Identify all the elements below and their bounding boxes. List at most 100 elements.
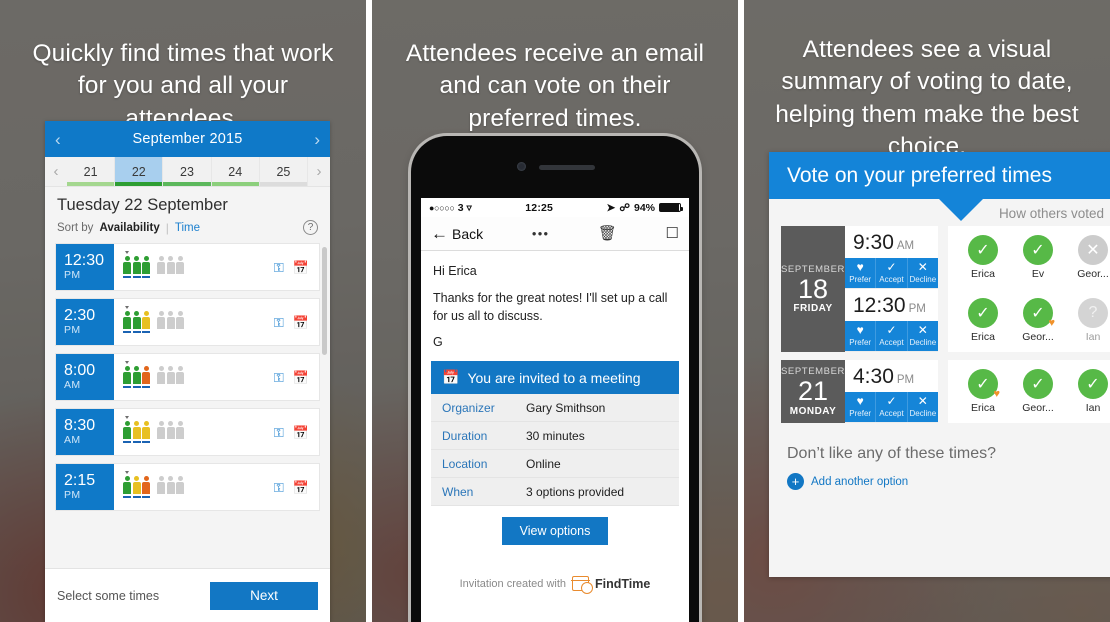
add-another-option-button[interactable]: + Add another option bbox=[787, 473, 1110, 490]
accept-button[interactable]: ✓ Accept bbox=[876, 392, 908, 422]
calendar-icon: 📅 bbox=[442, 369, 460, 385]
lock-icon[interactable]: ⚿ bbox=[274, 426, 284, 439]
calendar-icon[interactable]: 📅 bbox=[293, 316, 309, 329]
vote-row-list: SEPTEMBER 18 FRIDAY 9:30 AM ♥ Prefer ✓ Accept ✕ De… bbox=[769, 226, 1110, 423]
lock-icon[interactable]: ⚿ bbox=[274, 371, 284, 384]
day-cell[interactable]: 22 bbox=[115, 157, 164, 186]
vote-row: SEPTEMBER 18 FRIDAY 9:30 AM ♥ Prefer ✓ Accept ✕ De… bbox=[781, 226, 1110, 352]
attendee-availability-icon bbox=[176, 366, 184, 388]
archive-icon[interactable]: ☐ bbox=[666, 226, 679, 241]
voter-name: Erica bbox=[971, 331, 995, 343]
slot-time-block: 2:30 PM bbox=[56, 299, 114, 345]
prev-month-icon[interactable]: ‹ bbox=[55, 131, 61, 148]
day-number: 24 bbox=[228, 164, 243, 179]
attendee-availability-icon bbox=[142, 476, 150, 498]
day-cell[interactable]: 23 bbox=[163, 157, 212, 186]
prev-days-icon[interactable]: ‹ bbox=[45, 157, 67, 186]
attendee-availability-icon bbox=[176, 311, 184, 333]
voter: ✕ Geor... bbox=[1072, 235, 1110, 280]
next-days-icon[interactable]: › bbox=[308, 157, 330, 186]
voter: ✓ ♥ Erica bbox=[962, 369, 1004, 414]
slot-actions: ⚿ 📅 bbox=[274, 299, 319, 345]
email-body: Hi Erica Thanks for the great notes! I'l… bbox=[421, 251, 689, 352]
vote-option-time-row: 12:30 PM bbox=[845, 289, 938, 321]
invite-detail-row: Location Online bbox=[431, 450, 679, 478]
calendar-icon[interactable]: 📅 bbox=[293, 481, 309, 494]
sort-by-label: Sort by bbox=[57, 221, 94, 234]
accept-button[interactable]: ✓ Accept bbox=[876, 321, 908, 351]
scrollbar[interactable] bbox=[322, 247, 327, 355]
invite-header: 📅 You are invited to a meeting bbox=[431, 361, 679, 394]
x-icon: ✕ bbox=[917, 323, 928, 337]
calendar-icon[interactable]: 📅 bbox=[293, 426, 309, 439]
trash-icon[interactable]: 🗑 bbox=[598, 226, 617, 241]
sort-time-option[interactable]: Time bbox=[175, 222, 200, 234]
slot-time: 8:00 bbox=[64, 361, 96, 379]
attendee-availability-icon bbox=[123, 471, 131, 498]
time-slot-row[interactable]: 12:30 PM ⚿ 📅 bbox=[55, 243, 320, 291]
vote-options: 9:30 AM ♥ Prefer ✓ Accept ✕ Decline 12:30 PM ♥ Pref… bbox=[845, 226, 938, 352]
prefer-button[interactable]: ♥ Prefer bbox=[845, 321, 877, 351]
scheduler-app: ‹ September 2015 › ‹ 21 22 23 24 25 › Tuesda… bbox=[45, 121, 330, 622]
calendar-icon[interactable]: 📅 bbox=[293, 371, 309, 384]
day-number: 23 bbox=[180, 164, 194, 179]
voter-strip: ✓ Erica ✓ Ev ✕ Geor... bbox=[948, 226, 1110, 289]
slot-time: 2:30 bbox=[64, 306, 96, 324]
prefer-button[interactable]: ♥ Prefer bbox=[845, 258, 877, 288]
invite-cta-row: View options bbox=[431, 506, 679, 558]
day-cell[interactable]: 21 bbox=[67, 157, 116, 186]
day-number: 21 bbox=[83, 164, 98, 179]
view-options-button[interactable]: View options bbox=[501, 517, 609, 545]
accept-button[interactable]: ✓ Accept bbox=[876, 258, 908, 288]
time-slot-row[interactable]: 8:00 AM ⚿ 📅 bbox=[55, 353, 320, 401]
day-cell[interactable]: 25 bbox=[259, 157, 309, 186]
time-slot-row[interactable]: 2:15 PM ⚿ 📅 bbox=[55, 463, 320, 511]
prefer-button-label: Prefer bbox=[849, 409, 872, 418]
iphone-mockup: ●○○○○ 3 ▿ 12:25 ➤ ☍ 94% ← Back ●●● 🗑 ☐ H… bbox=[411, 136, 699, 622]
calendar-icon[interactable]: 📅 bbox=[293, 261, 309, 274]
check-icon: ✓ bbox=[886, 394, 897, 408]
time-slot-row[interactable]: 2:30 PM ⚿ 📅 bbox=[55, 298, 320, 346]
slot-time: 8:30 bbox=[64, 416, 96, 434]
invite-detail-key: When bbox=[442, 484, 474, 499]
prefer-button[interactable]: ♥ Prefer bbox=[845, 392, 877, 422]
attendee-availability-icon bbox=[142, 311, 150, 333]
vote-unknown-icon: ? bbox=[1078, 298, 1108, 328]
sort-availability-option[interactable]: Availability bbox=[99, 222, 159, 234]
day-cell[interactable]: 24 bbox=[211, 157, 260, 186]
lock-icon[interactable]: ⚿ bbox=[274, 316, 284, 329]
vote-option: 4:30 PM ♥ Prefer ✓ Accept ✕ Decline bbox=[845, 360, 938, 423]
question-mark-icon[interactable]: ? bbox=[303, 220, 318, 235]
preferred-heart-icon: ♥ bbox=[993, 388, 1000, 400]
slot-actions: ⚿ 📅 bbox=[274, 464, 319, 510]
back-button[interactable]: ← Back bbox=[431, 225, 483, 242]
vote-accept-icon: ✓ bbox=[1023, 369, 1053, 399]
voter-name: Erica bbox=[971, 268, 995, 280]
time-slot-row[interactable]: 8:30 AM ⚿ 📅 bbox=[55, 408, 320, 456]
slot-actions: ⚿ 📅 bbox=[274, 409, 319, 455]
decline-button[interactable]: ✕ Decline bbox=[907, 258, 938, 288]
vote-option-time: 12:30 bbox=[853, 294, 906, 317]
unknown-attendees bbox=[157, 366, 184, 388]
front-camera-icon bbox=[517, 162, 526, 171]
day-availability-bar bbox=[211, 182, 259, 186]
day-number: 22 bbox=[131, 164, 146, 179]
next-button[interactable]: Next bbox=[210, 581, 318, 610]
vote-results: ✓ ♥ Erica ✓ Geor... ✓ Ian bbox=[948, 360, 1110, 423]
attendee-availability-icon bbox=[157, 366, 165, 388]
status-time: 12:25 bbox=[525, 201, 554, 214]
invite-detail-key: Organizer bbox=[442, 400, 495, 415]
available-attendees bbox=[123, 416, 150, 443]
decline-button[interactable]: ✕ Decline bbox=[907, 321, 938, 351]
panel-3-headline: Attendees see a visual summary of voting… bbox=[775, 36, 1079, 160]
ellipsis-icon[interactable]: ●●● bbox=[532, 229, 550, 238]
next-month-icon[interactable]: › bbox=[314, 131, 320, 148]
lock-icon[interactable]: ⚿ bbox=[274, 481, 284, 494]
time-slot-list: 12:30 PM ⚿ 📅 2:30 PM ⚿ 📅 8:00 AM ⚿ 📅 8:30 AM ⚿ 📅 2:15 PM ⚿… bbox=[45, 243, 330, 568]
slot-time: 2:15 bbox=[64, 471, 96, 489]
lock-icon[interactable]: ⚿ bbox=[274, 261, 284, 274]
decline-button[interactable]: ✕ Decline bbox=[907, 392, 938, 422]
email-signature: G bbox=[433, 335, 443, 350]
voter-name: Geor... bbox=[1077, 268, 1109, 280]
carrier-label: 3 bbox=[457, 201, 464, 214]
